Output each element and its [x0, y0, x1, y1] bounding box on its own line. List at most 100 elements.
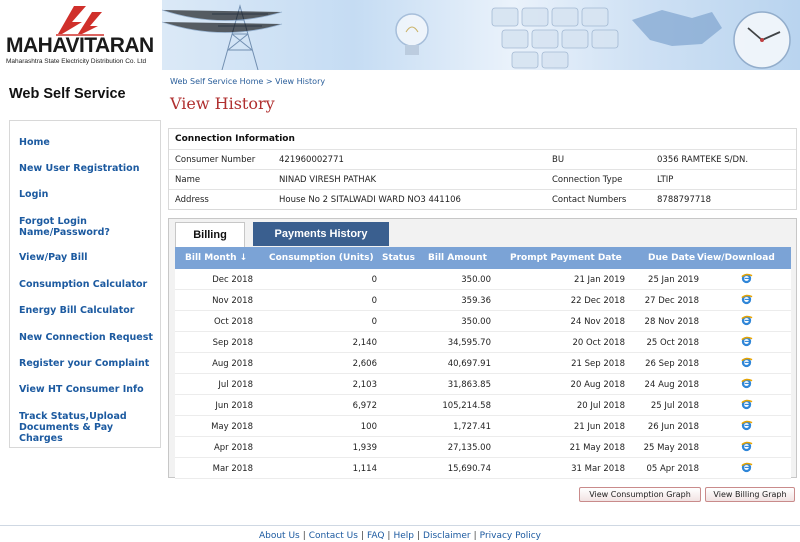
view-download-icon[interactable] — [740, 461, 753, 474]
col-view-download: View/Download — [697, 253, 775, 263]
bu-value: 0356 RAMTEKE S/DN. — [657, 155, 749, 165]
sidebar-nav: Home New User Registration Login Forgot … — [9, 120, 161, 448]
prompt-payment-date-cell: 21 May 2018 — [569, 443, 625, 453]
bill-month-cell: Nov 2018 — [212, 296, 253, 306]
footer-separator: | — [387, 531, 391, 541]
view-download-icon[interactable] — [740, 440, 753, 453]
col-status: Status — [382, 253, 415, 263]
bill-amount-cell: 350.00 — [461, 275, 491, 285]
table-row: Jul 2018 2,103 31,863.85 20 Aug 2018 24 Aug … — [175, 374, 791, 395]
prompt-payment-date-cell: 24 Nov 2018 — [570, 317, 625, 327]
prompt-payment-date-cell: 21 Sep 2018 — [571, 359, 625, 369]
contact-numbers-value: 8788797718 — [657, 195, 712, 205]
sidebar-item-energy-bill-calculator[interactable]: Energy Bill Calculator — [19, 305, 134, 316]
consumer-number-value: 421960002771 — [279, 155, 344, 165]
view-download-icon[interactable] — [740, 293, 753, 306]
sidebar-item-home[interactable]: Home — [19, 137, 50, 148]
sidebar-item-register-complaint[interactable]: Register your Complaint — [19, 358, 149, 369]
sidebar-item-consumption-calculator[interactable]: Consumption Calculator — [19, 279, 147, 290]
prompt-payment-date-cell: 20 Jul 2018 — [576, 401, 625, 411]
prompt-payment-date-cell: 21 Jun 2018 — [573, 422, 625, 432]
prompt-payment-date-cell: 20 Oct 2018 — [572, 338, 625, 348]
bill-amount-cell: 105,214.58 — [442, 401, 491, 411]
lightning-logo-icon — [56, 6, 104, 36]
bill-month-cell: Oct 2018 — [213, 317, 253, 327]
footer-link-faq[interactable]: FAQ — [367, 531, 384, 541]
sidebar-item-forgot-login[interactable]: Forgot Login Name/Password? — [19, 216, 110, 238]
col-bill-month[interactable]: Bill Month ↓ — [185, 253, 247, 263]
view-billing-graph-button[interactable]: View Billing Graph — [705, 487, 795, 502]
sidebar-item-new-user-registration[interactable]: New User Registration — [19, 163, 139, 174]
due-date-cell: 25 Jan 2019 — [648, 275, 699, 285]
sidebar-item-new-connection-request[interactable]: New Connection Request — [19, 332, 153, 343]
footer-link-contact-us[interactable]: Contact Us — [309, 531, 358, 541]
footer-link-help[interactable]: Help — [393, 531, 414, 541]
table-row: Sep 2018 2,140 34,595.70 20 Oct 2018 25 Oct … — [175, 332, 791, 353]
footer-link-about-us[interactable]: About Us — [259, 531, 300, 541]
bill-amount-cell: 34,595.70 — [447, 338, 491, 348]
bill-month-cell: Sep 2018 — [212, 338, 253, 348]
footer-divider — [0, 525, 800, 526]
prompt-payment-date-cell: 20 Aug 2018 — [570, 380, 625, 390]
brand-name: MAHAVITARAN — [6, 34, 154, 57]
tab-billing[interactable]: Billing — [175, 222, 245, 247]
connection-info-heading: Connection Information — [175, 134, 295, 144]
footer-separator: | — [473, 531, 477, 541]
consumption-cell: 100 — [360, 422, 377, 432]
prompt-payment-date-cell: 22 Dec 2018 — [570, 296, 625, 306]
footer-link-privacy-policy[interactable]: Privacy Policy — [480, 531, 541, 541]
sidebar-item-view-pay-bill[interactable]: View/Pay Bill — [19, 252, 87, 263]
bill-amount-cell: 350.00 — [461, 317, 491, 327]
due-date-cell: 24 Aug 2018 — [644, 380, 699, 390]
table-row: Nov 2018 0 359.36 22 Dec 2018 27 Dec 2018 — [175, 290, 791, 311]
consumption-cell: 0 — [371, 317, 377, 327]
view-download-icon[interactable] — [740, 335, 753, 348]
footer-links: About Us | Contact Us | FAQ | Help | Disclaimer |… — [0, 531, 800, 541]
consumption-cell: 2,103 — [352, 380, 377, 390]
view-consumption-graph-button[interactable]: View Consumption Graph — [579, 487, 701, 502]
bill-amount-cell: 40,697.91 — [447, 359, 491, 369]
history-tabs-panel: Billing Payments History Bill Month ↓ Co… — [168, 218, 797, 479]
consumption-cell: 2,606 — [352, 359, 377, 369]
footer-separator: | — [302, 531, 306, 541]
connection-row: Address House No 2 SITALWADI WARD NO3 44… — [169, 189, 796, 209]
bill-month-cell: May 2018 — [211, 422, 253, 432]
connection-row: Consumer Number 421960002771 BU 0356 RAM… — [169, 149, 796, 169]
address-value: House No 2 SITALWADI WARD NO3 441106 — [279, 195, 461, 205]
due-date-cell: 05 Apr 2018 — [646, 464, 699, 474]
view-download-icon[interactable] — [740, 272, 753, 285]
view-download-icon[interactable] — [740, 398, 753, 411]
table-row: Aug 2018 2,606 40,697.91 21 Sep 2018 26 Sep … — [175, 353, 791, 374]
breadcrumb-home-link[interactable]: Web Self Service Home — [170, 77, 263, 86]
col-due-date: Due Date — [648, 253, 696, 263]
app-title: Web Self Service — [9, 86, 126, 102]
col-bill-amount: Bill Amount — [428, 253, 487, 263]
breadcrumb: Web Self Service Home > View History — [170, 77, 325, 86]
consumption-cell: 6,972 — [352, 401, 377, 411]
name-value: NINAD VIRESH PATHAK — [279, 175, 377, 185]
sidebar-item-track-status[interactable]: Track Status,Upload Documents & Pay Char… — [19, 411, 160, 444]
col-consumption: Consumption (Units) — [269, 253, 374, 263]
footer-link-disclaimer[interactable]: Disclaimer — [423, 531, 471, 541]
table-row: Dec 2018 0 350.00 21 Jan 2019 25 Jan 2019 — [175, 269, 791, 290]
consumption-cell: 1,939 — [352, 443, 377, 453]
consumption-cell: 0 — [371, 296, 377, 306]
view-download-icon[interactable] — [740, 314, 753, 327]
prompt-payment-date-cell: 21 Jan 2019 — [574, 275, 625, 285]
logo[interactable]: MAHAVITARAN Maharashtra State Electricit… — [0, 0, 162, 70]
bu-label: BU — [552, 155, 565, 165]
view-download-icon[interactable] — [740, 377, 753, 390]
consumption-cell: 2,140 — [352, 338, 377, 348]
view-download-icon[interactable] — [740, 356, 753, 369]
view-download-icon[interactable] — [740, 419, 753, 432]
sidebar-item-view-ht-consumer-info[interactable]: View HT Consumer Info — [19, 384, 144, 395]
tab-payments-history[interactable]: Payments History — [253, 222, 389, 246]
due-date-cell: 26 Sep 2018 — [645, 359, 699, 369]
connection-row: Name NINAD VIRESH PATHAK Connection Type… — [169, 169, 796, 189]
due-date-cell: 26 Jun 2018 — [647, 422, 699, 432]
connection-type-value: LTIP — [657, 175, 674, 185]
connection-info-panel: Connection Information Consumer Number 4… — [168, 128, 797, 210]
banner-illustration — [162, 4, 791, 70]
table-row: Jun 2018 6,972 105,214.58 20 Jul 2018 25 Jul… — [175, 395, 791, 416]
sidebar-item-login[interactable]: Login — [19, 189, 48, 200]
